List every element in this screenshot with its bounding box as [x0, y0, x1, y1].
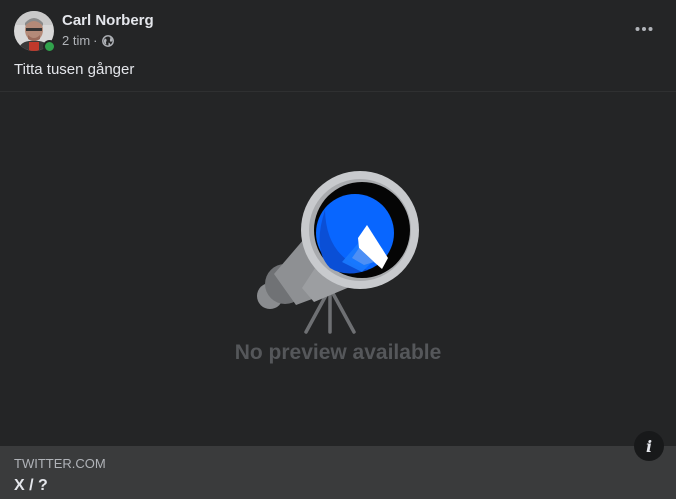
online-status-dot [43, 40, 56, 53]
info-icon: i [645, 436, 653, 456]
info-button[interactable]: i [634, 431, 664, 461]
more-options-button[interactable] [628, 13, 660, 45]
author-name[interactable]: Carl Norberg [62, 12, 154, 30]
link-title[interactable]: X / ? [14, 476, 48, 496]
meta-separator: · [93, 33, 98, 48]
more-horizontal-icon [635, 27, 653, 31]
link-domain: TWITTER.COM [14, 456, 106, 471]
avatar[interactable] [14, 11, 56, 53]
post-message: Titta tusen gånger [14, 61, 135, 78]
link-preview-image[interactable]: No preview available [0, 92, 676, 446]
link-preview-footer[interactable]: TWITTER.COM X / ? [0, 446, 676, 499]
feed-post: Carl Norberg 2 tim · Titta tusen gånger [0, 0, 676, 499]
post-header: Carl Norberg 2 tim · [0, 0, 676, 58]
no-preview-text: No preview available [234, 341, 442, 364]
telescope-icon [257, 171, 419, 334]
globe-icon[interactable] [101, 35, 114, 47]
post-timestamp[interactable]: 2 tim [62, 33, 90, 49]
post-meta: 2 tim · [62, 33, 114, 49]
